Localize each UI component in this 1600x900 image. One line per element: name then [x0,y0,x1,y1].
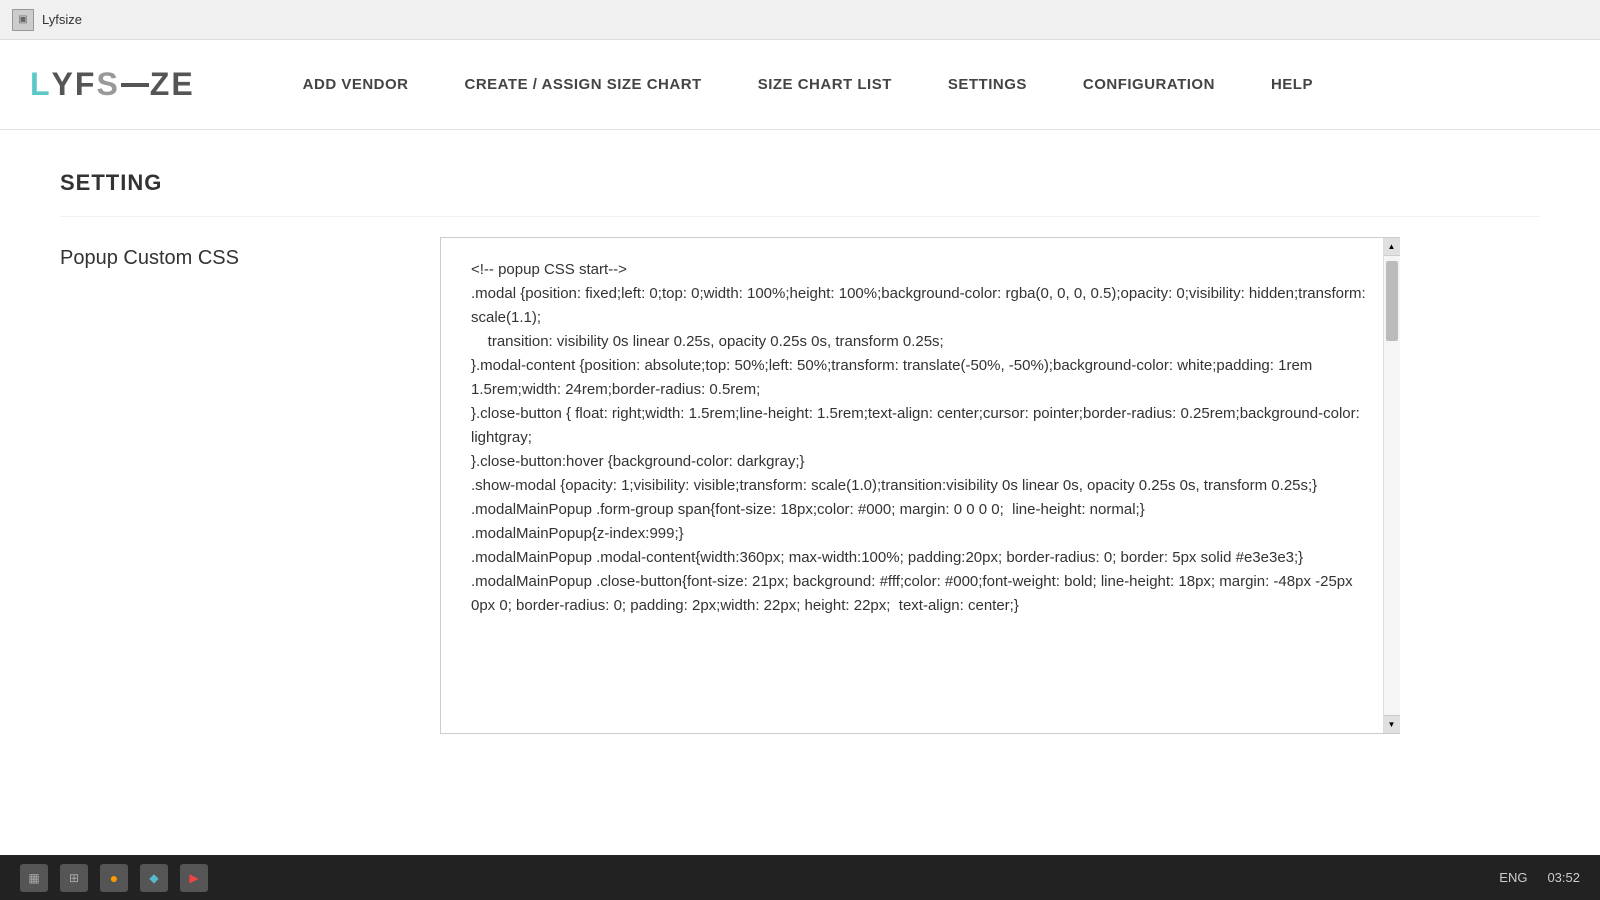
css-editor-textarea[interactable] [441,238,1399,728]
navbar: L Y F S Z E ADD VENDOR CREATE / ASSIGN S… [0,40,1600,130]
nav-configuration[interactable]: CONFIGURATION [1055,76,1243,93]
content-row: Popup Custom CSS ▲ ▼ [60,216,1540,754]
nav-add-vendor[interactable]: ADD VENDOR [275,76,437,93]
editor-column: ▲ ▼ [440,237,1400,734]
nav-help[interactable]: HELP [1243,76,1341,93]
section-title: SETTING [60,130,1540,216]
scrollbar-up-button[interactable]: ▲ [1384,238,1400,256]
nav-links: ADD VENDOR CREATE / ASSIGN SIZE CHART SI… [275,76,1570,93]
taskbar-icon-1[interactable]: ▦ [20,864,48,892]
logo-letter-y: Y [52,66,75,103]
logo-letter-f: F [75,66,97,103]
taskbar: ▦ ⊞ ● ◆ ▶ ENG 03:52 [0,855,1600,900]
logo-letter-e: E [171,66,194,103]
popup-css-label: Popup Custom CSS [60,237,440,270]
logo-dash [121,83,149,87]
nav-settings[interactable]: SETTINGS [920,76,1055,93]
taskbar-icon-4[interactable]: ◆ [140,864,168,892]
taskbar-icons: ▦ ⊞ ● ◆ ▶ [20,864,208,892]
scrollbar-track[interactable] [1384,256,1400,715]
scrollbar-thumb[interactable] [1386,261,1398,341]
nav-create-assign[interactable]: CREATE / ASSIGN SIZE CHART [437,76,730,93]
logo[interactable]: L Y F S Z E [30,66,195,103]
taskbar-icon-2[interactable]: ⊞ [60,864,88,892]
app-icon: ▣ [12,9,34,31]
logo-letter-s: S [96,66,119,103]
app-title: Lyfsize [42,12,82,27]
taskbar-lang: ENG [1499,870,1527,885]
nav-size-chart-list[interactable]: SIZE CHART LIST [730,76,920,93]
taskbar-time: 03:52 [1547,870,1580,885]
main-content: SETTING Popup Custom CSS ▲ ▼ [0,130,1600,754]
taskbar-icon-3[interactable]: ● [100,864,128,892]
css-editor-wrapper: ▲ ▼ [440,237,1400,734]
taskbar-icon-5[interactable]: ▶ [180,864,208,892]
scrollbar[interactable]: ▲ ▼ [1383,238,1399,733]
logo-letter-z: Z [150,66,172,103]
scrollbar-down-button[interactable]: ▼ [1384,715,1400,733]
title-bar: ▣ Lyfsize [0,0,1600,40]
logo-letter-l: L [30,66,52,103]
taskbar-system-info: ENG 03:52 [1499,870,1580,885]
